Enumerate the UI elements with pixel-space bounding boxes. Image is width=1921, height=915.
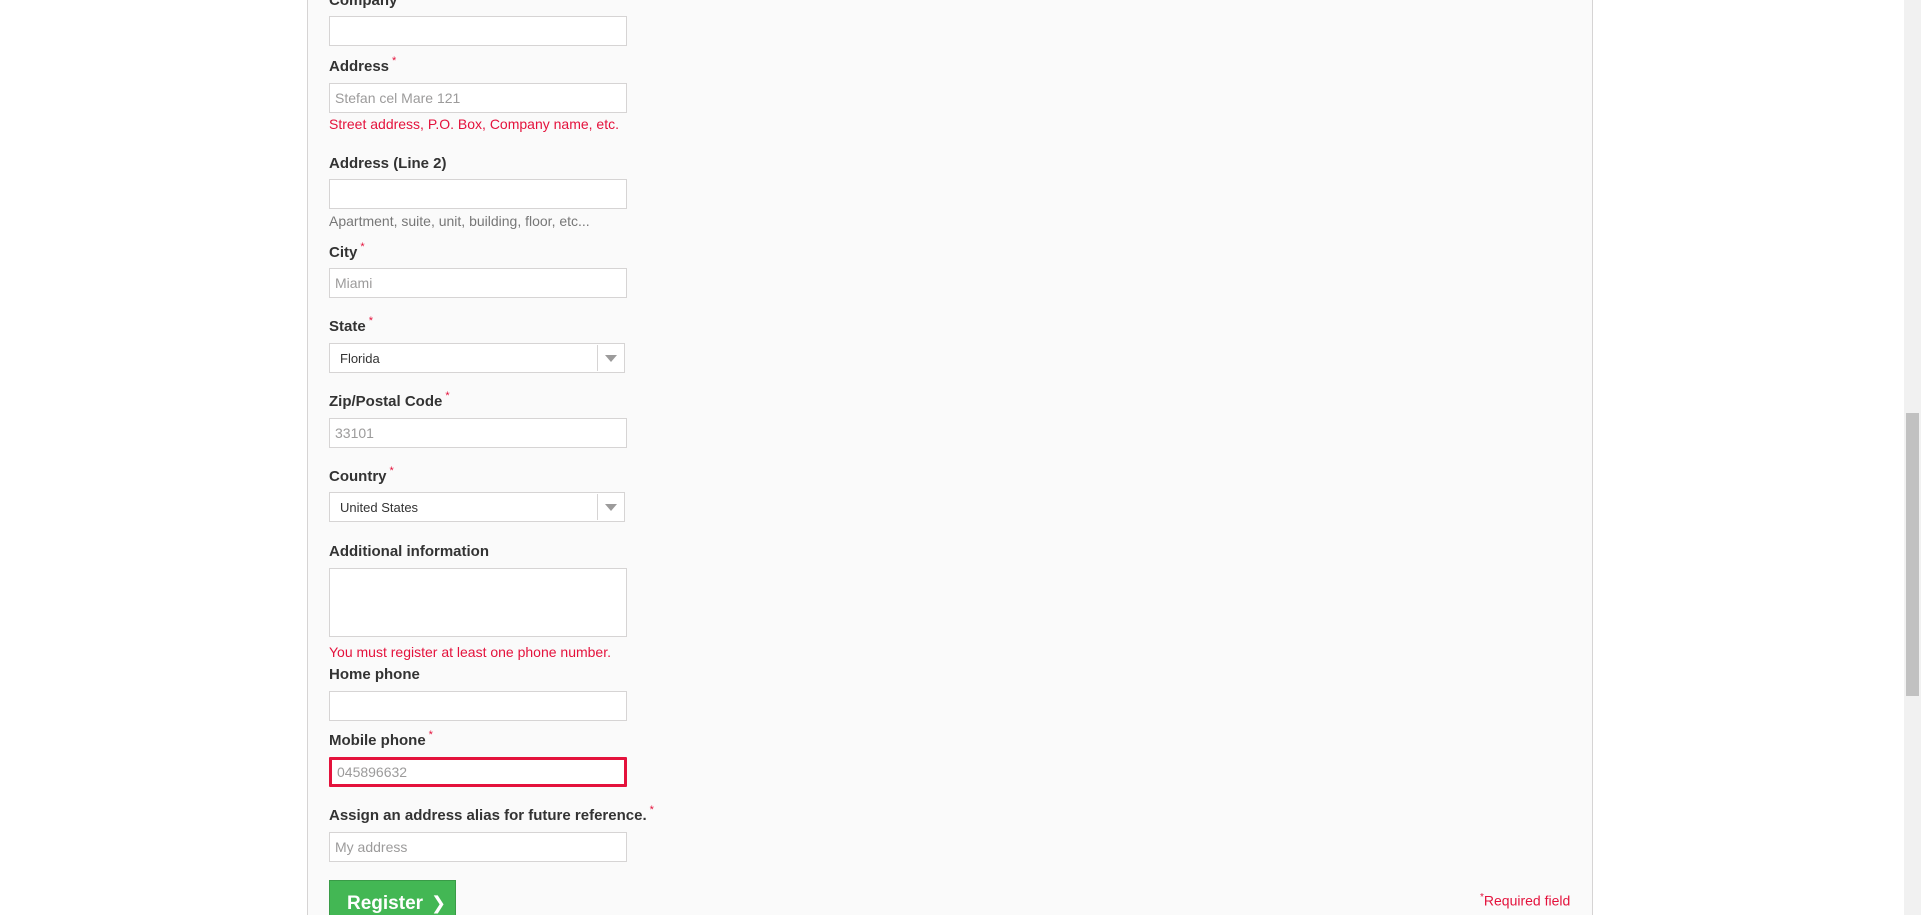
- phone-notice: You must register at least one phone num…: [329, 644, 611, 660]
- alias-input[interactable]: [329, 832, 627, 862]
- country-label: Country *: [329, 465, 394, 485]
- required-mark: *: [445, 390, 450, 402]
- company-input[interactable]: [329, 16, 627, 46]
- required-field-note: *Required field: [1480, 892, 1571, 909]
- register-label: Register: [347, 893, 424, 914]
- alias-label: Assign an address alias for future refer…: [329, 804, 654, 824]
- address2-input[interactable]: [329, 179, 627, 209]
- additional-info-textarea[interactable]: [329, 568, 627, 637]
- additional-info-label: Additional information: [329, 543, 489, 560]
- state-select[interactable]: Florida: [329, 343, 625, 373]
- mobile-phone-input[interactable]: [329, 757, 627, 787]
- address-hint: Street address, P.O. Box, Company name, …: [329, 116, 619, 132]
- chevron-down-icon[interactable]: [597, 345, 623, 371]
- address2-label: Address (Line 2): [329, 155, 447, 172]
- address2-hint: Apartment, suite, unit, building, floor,…: [329, 213, 590, 229]
- required-mark: *: [428, 729, 433, 741]
- home-phone-input[interactable]: [329, 691, 627, 721]
- required-mark: *: [360, 241, 365, 253]
- page: Company Address* Street address, P.O. Bo…: [0, 0, 1921, 915]
- home-phone-label: Home phone: [329, 666, 420, 683]
- country-select[interactable]: United States: [329, 492, 625, 522]
- chevron-right-icon: ❯: [431, 893, 447, 913]
- required-mark: *: [649, 804, 654, 816]
- address-input[interactable]: [329, 83, 627, 113]
- required-mark: *: [389, 465, 394, 477]
- address-label: Address *: [329, 55, 397, 75]
- required-mark: *: [392, 55, 397, 67]
- city-label: City *: [329, 241, 365, 261]
- register-button[interactable]: Register ❯: [329, 880, 456, 915]
- country-selected-value: United States: [340, 500, 419, 515]
- chevron-down-icon[interactable]: [597, 494, 623, 520]
- zip-input[interactable]: [329, 418, 627, 448]
- company-label: Company: [329, 0, 398, 9]
- state-label: State *: [329, 315, 373, 335]
- zip-label: Zip/Postal Code *: [329, 390, 450, 410]
- state-selected-value: Florida: [340, 351, 380, 366]
- scrollbar-thumb[interactable]: [1906, 413, 1919, 696]
- city-input[interactable]: [329, 268, 627, 298]
- mobile-phone-label: Mobile phone *: [329, 729, 433, 749]
- required-mark: *: [368, 315, 373, 327]
